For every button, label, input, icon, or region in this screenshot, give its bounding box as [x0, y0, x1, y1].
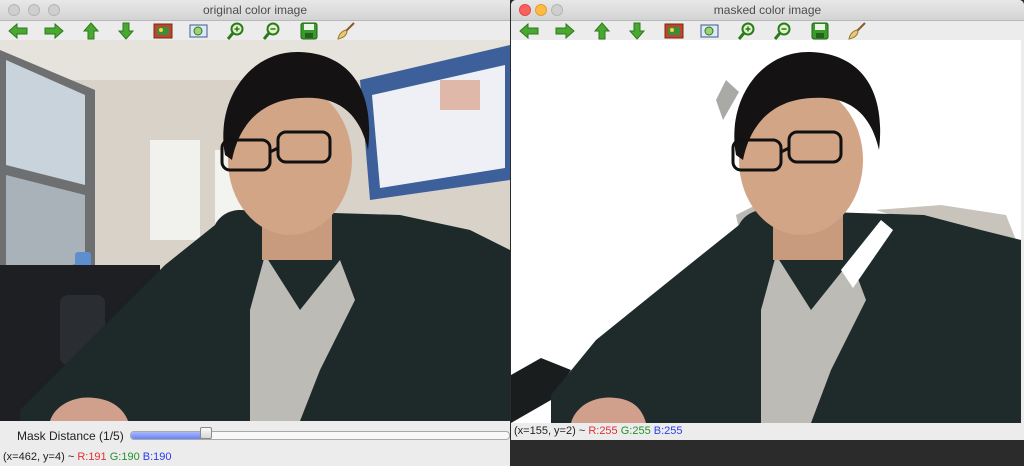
brush-icon [848, 21, 866, 40]
image-canvas[interactable] [0, 40, 510, 421]
status-bar: (x=462, y=4) ~ R:191 G:190 B:190 [3, 451, 172, 463]
window-title: masked color image [713, 3, 822, 17]
zoom-original-button[interactable] [151, 21, 175, 40]
zoom-fit-button[interactable] [698, 21, 722, 40]
window-original-color-image: original color image Mask Distance (1/5)… [0, 0, 510, 466]
properties-button[interactable] [845, 21, 869, 40]
trackbar-track[interactable] [130, 431, 510, 440]
zoom-out-icon [263, 22, 280, 40]
status-bar: (x=155, y=2) ~ R:255 G:255 B:255 [514, 425, 683, 437]
save-icon [300, 22, 318, 39]
status-red-value: R:255 [588, 425, 618, 437]
image-canvas[interactable] [511, 40, 1021, 423]
window-title: original color image [202, 3, 308, 17]
status-coords: (x=155, y=2) ~ [514, 425, 586, 437]
arrow-right-icon [44, 22, 64, 39]
trackbar-label: Mask Distance (1/5) [17, 429, 124, 443]
properties-button[interactable] [334, 21, 358, 40]
pan-right-button[interactable] [553, 21, 577, 40]
pan-right-button[interactable] [42, 21, 66, 40]
pan-up-button[interactable] [590, 21, 614, 40]
zoom-in-button[interactable] [224, 21, 248, 40]
zoom-fit-icon [700, 24, 719, 37]
status-green-value: G:190 [109, 451, 140, 463]
pan-down-button[interactable] [114, 21, 138, 40]
save-icon [811, 22, 829, 39]
pan-left-button[interactable] [6, 21, 30, 40]
arrow-left-icon [519, 22, 539, 39]
arrow-right-icon [555, 22, 575, 39]
title-bar[interactable]: original color image [0, 0, 510, 21]
toolbar [511, 21, 1024, 40]
status-coords: (x=462, y=4) ~ [3, 451, 75, 463]
title-bar[interactable]: masked color image [511, 0, 1024, 21]
zoom-in-icon [227, 22, 244, 40]
zoom-in-icon [738, 22, 755, 40]
save-button[interactable] [297, 21, 321, 40]
save-button[interactable] [808, 21, 832, 40]
pan-up-button[interactable] [79, 21, 103, 40]
zoom-out-button[interactable] [771, 21, 795, 40]
zoom-out-button[interactable] [260, 21, 284, 40]
status-red-value: R:191 [77, 451, 107, 463]
original-photo [0, 40, 510, 421]
arrow-left-icon [8, 22, 28, 39]
zoom-in-button[interactable] [735, 21, 759, 40]
arrow-down-icon [118, 22, 134, 40]
status-green-value: G:255 [620, 425, 651, 437]
zoom-original-button[interactable] [662, 21, 686, 40]
status-blue-value: B:190 [142, 451, 172, 463]
mask-distance-trackbar: Mask Distance (1/5) [0, 423, 510, 448]
arrow-up-icon [594, 21, 610, 39]
brush-icon [337, 21, 355, 40]
pan-down-button[interactable] [625, 21, 649, 40]
zoom-out-icon [774, 22, 791, 40]
status-blue-value: B:255 [653, 425, 683, 437]
image-icon [664, 23, 684, 38]
toolbar [0, 21, 510, 40]
image-icon [153, 23, 173, 38]
arrow-down-icon [629, 22, 645, 40]
masked-photo [511, 40, 1021, 423]
arrow-up-icon [83, 21, 99, 39]
trackbar-fill [131, 432, 207, 439]
trackbar-thumb[interactable] [199, 427, 212, 439]
window-masked-color-image: masked color image (x=155, y=2) ~ R:255 … [511, 0, 1024, 440]
pan-left-button[interactable] [517, 21, 541, 40]
zoom-fit-icon [189, 24, 208, 37]
zoom-fit-button[interactable] [187, 21, 211, 40]
